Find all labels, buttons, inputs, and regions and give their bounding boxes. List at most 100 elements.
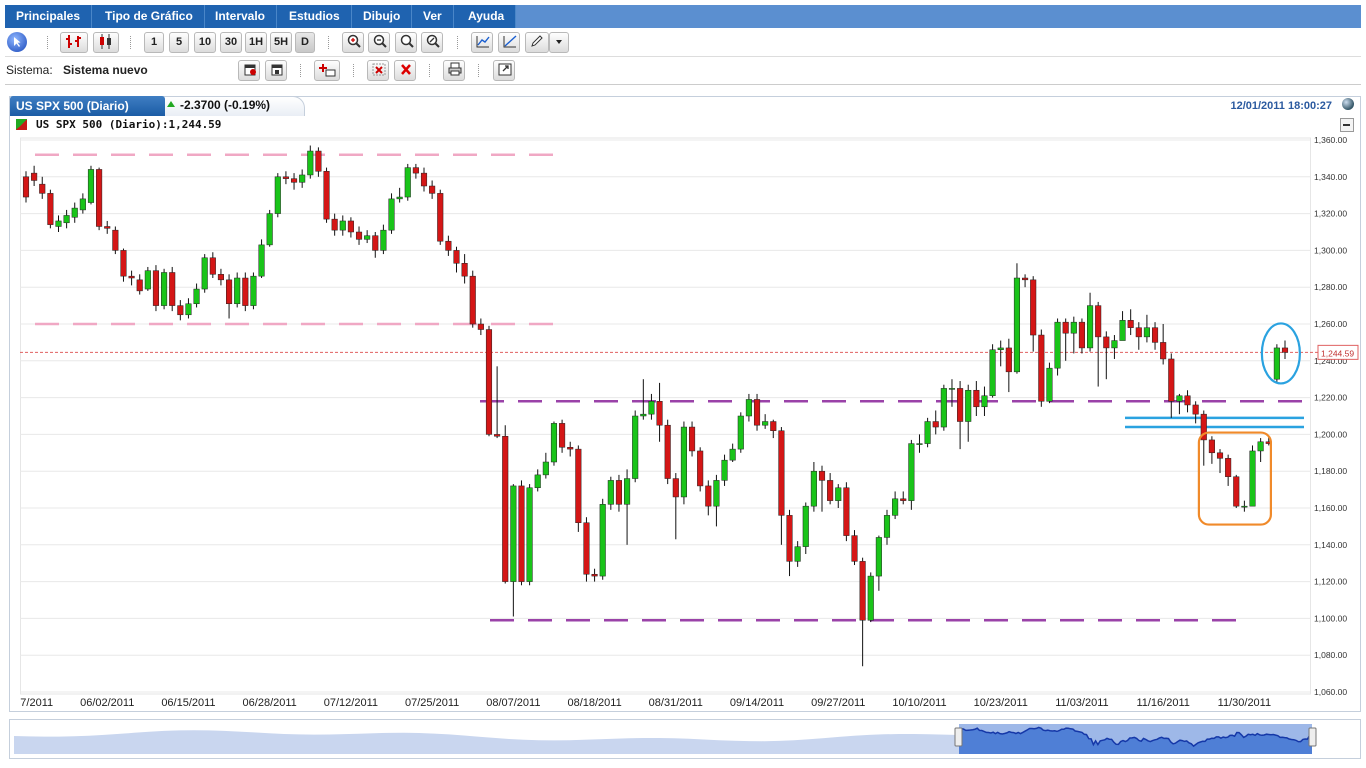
candle [355,231,363,240]
candle [380,229,387,251]
candle [412,167,419,174]
zoom-fit-icon[interactable] [395,32,417,53]
candle [47,193,54,225]
cursor-icon[interactable] [7,32,27,52]
dropdown-icon[interactable] [549,32,569,53]
candle [957,388,964,422]
candle [437,193,444,242]
minimize-icon[interactable] [1340,118,1354,132]
system-name[interactable]: Sistema nuevo [63,63,148,77]
candle [526,487,533,582]
clear-icon[interactable] [367,60,389,81]
candle [1078,321,1085,349]
toolbar-separator [47,36,49,49]
candle [63,215,70,224]
candle [932,421,939,428]
candle [559,423,566,448]
candle [1135,327,1142,338]
interval-1h-button[interactable]: 1H [245,32,267,53]
candle [697,450,704,487]
candle [1005,347,1012,373]
candle [1233,476,1240,507]
interval-1-button[interactable]: 1 [144,32,164,53]
candle [1038,334,1045,402]
y-tick-label: 1,280.00 [1314,282,1347,292]
delete-icon[interactable] [394,60,416,81]
candle [258,244,265,277]
candle [315,150,322,172]
candle [737,415,744,450]
toolbar-separator [130,36,132,49]
x-tick-label: 11/16/2011 [1136,697,1189,709]
candle [989,349,996,397]
candle [867,575,874,621]
candle [924,421,931,444]
globe-icon[interactable] [1342,98,1354,110]
system-toolbar: Sistema: Sistema nuevo [5,57,1361,85]
interval-5h-button[interactable]: 5H [270,32,292,53]
menu-tipo-grafico[interactable]: Tipo de Gráfico [94,5,205,28]
line-study-icon[interactable] [471,32,493,53]
candle [827,480,834,501]
bar-chart-icon[interactable] [60,32,88,53]
candle [770,421,777,431]
candle [1257,441,1264,452]
add-order-icon[interactable] [314,60,340,81]
candle [136,279,143,292]
candle [1070,321,1077,334]
plot-area [20,137,1311,695]
candle [201,257,208,290]
candle [997,347,1004,351]
zoom-reset-icon[interactable] [421,32,443,53]
new-system-icon[interactable] [238,60,260,81]
candle [1103,336,1110,349]
candle [1111,340,1118,349]
series-color-icon [16,119,27,130]
interval-d-button[interactable]: D [295,32,315,53]
candle [607,480,614,505]
menu-intervalo[interactable]: Intervalo [204,5,278,28]
y-tick-label: 1,120.00 [1314,577,1347,587]
menu-ayuda[interactable]: Ayuda [457,5,517,28]
chart-tab[interactable]: US SPX 500 (Diario) [10,96,165,116]
toolbar-separator [429,64,431,77]
candlestick-icon[interactable] [93,32,119,53]
candle [144,270,151,290]
save-system-icon[interactable] [265,60,287,81]
interval-10-button[interactable]: 10 [194,32,216,53]
zoom-out-icon[interactable] [368,32,390,53]
y-tick-label: 1,060.00 [1314,687,1347,697]
candle [1087,305,1094,349]
candle [396,196,403,200]
menu-dibujo[interactable]: Dibujo [352,5,413,28]
candle [209,257,216,275]
candle [234,277,241,305]
candle [250,275,257,306]
export-icon[interactable] [493,60,515,81]
y-tick-label: 1,340.00 [1314,172,1347,182]
candle [753,399,761,426]
menu-ver[interactable]: Ver [412,5,454,28]
menu-principales[interactable]: Principales [5,5,93,28]
main-toolbar: 1 5 10 30 1H 5H D [5,29,1361,57]
x-tick-label: 10/23/2011 [974,697,1028,709]
candle [388,198,395,231]
zoom-in-icon[interactable] [342,32,364,53]
pencil-icon[interactable] [525,32,549,53]
print-icon[interactable] [443,60,465,81]
y-tick-label: 1,220.00 [1314,393,1347,403]
candle [591,573,598,577]
up-arrow-icon [167,101,175,107]
price-chart[interactable]: 1,060.00 1,080.00 1,100.00 1,120.00 1,140.00… [20,137,1362,709]
interval-30-button[interactable]: 30 [220,32,242,53]
y-tick-label: 1,200.00 [1314,429,1347,439]
x-tick-label: 06/15/2011 [161,697,215,709]
candle [1168,358,1175,402]
candle [1151,327,1159,343]
interval-5-button[interactable]: 5 [169,32,189,53]
candle [71,207,78,218]
candle [648,401,655,415]
menu-estudios[interactable]: Estudios [278,5,352,28]
trendline-icon[interactable] [498,32,520,53]
navigator-overview[interactable] [14,724,1319,754]
